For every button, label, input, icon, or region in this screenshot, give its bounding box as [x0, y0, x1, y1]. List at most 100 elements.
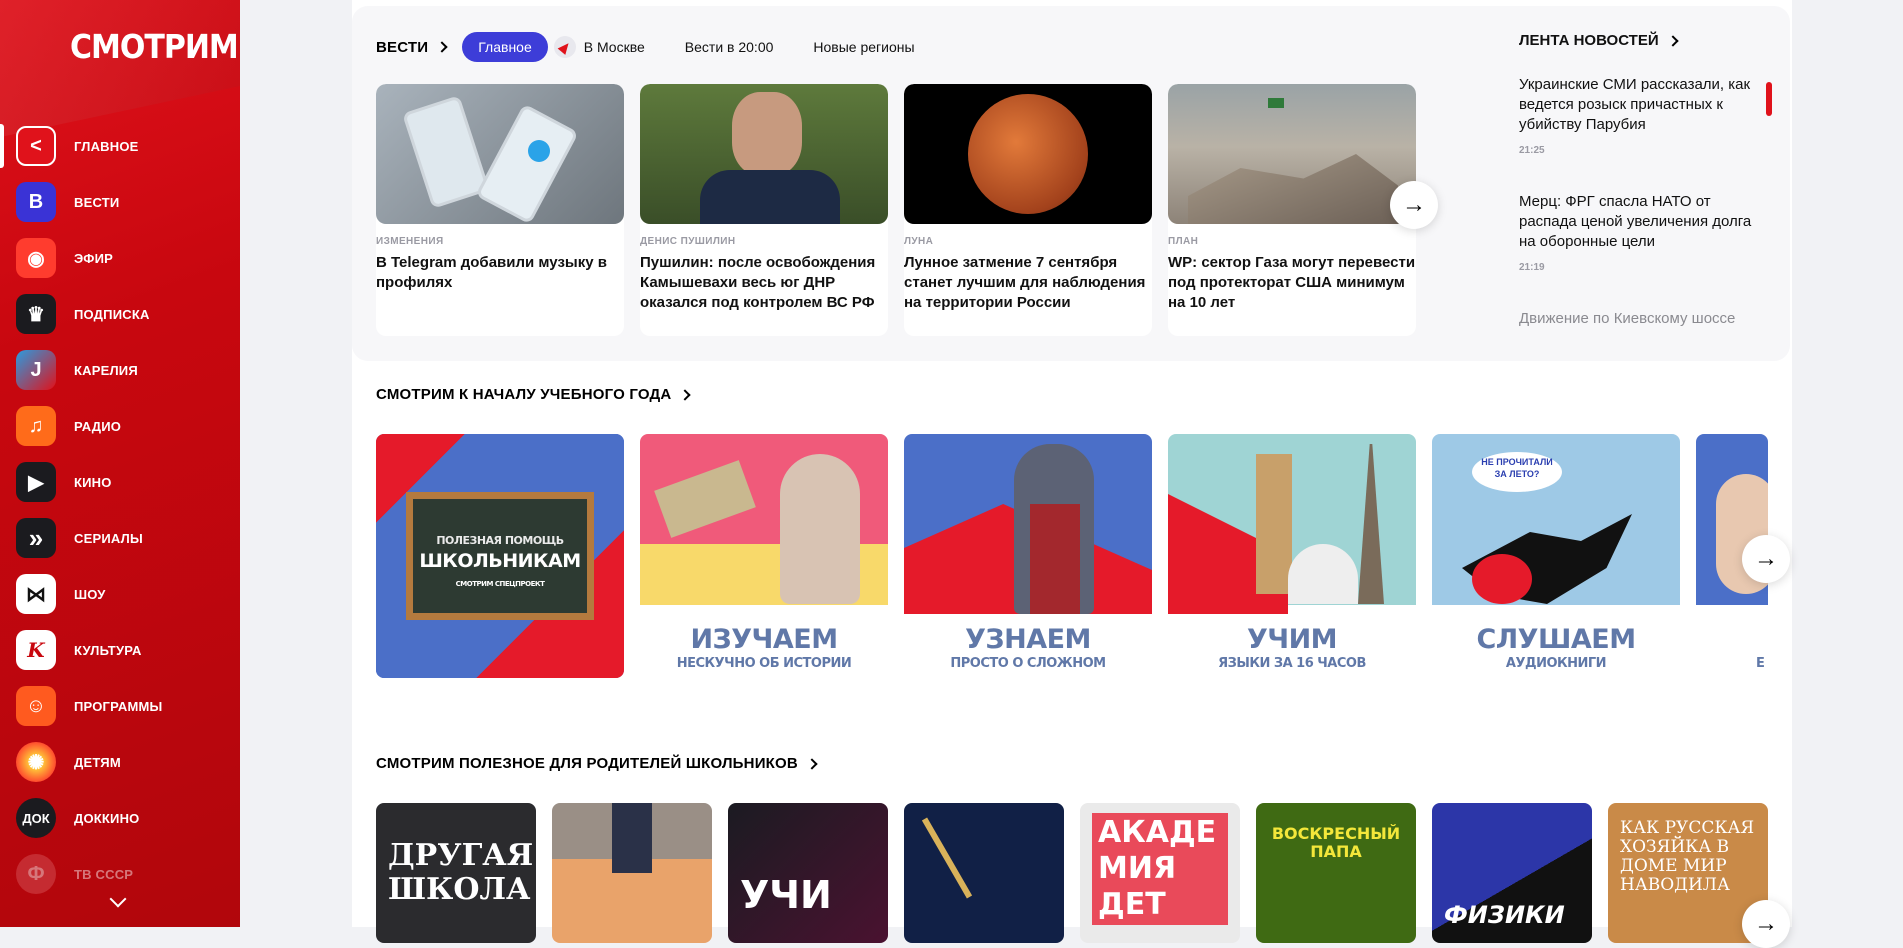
tab-moscow[interactable]: В Москве: [553, 36, 645, 58]
school-cover[interactable]: НЕ ПРОЧИТАЛИ ЗА ЛЕТО? СЛУШАЕМ АУДИОКНИГИ: [1432, 434, 1680, 678]
sidebar-item-radio[interactable]: ♫ РАДИО: [0, 398, 240, 454]
sidebar-item-main[interactable]: < ГЛАВНОЕ: [0, 118, 240, 174]
region-icon: J: [16, 350, 56, 390]
sidebar-item-culture[interactable]: K КУЛЬТУРА: [0, 622, 240, 678]
bowtie-icon: ⋈: [16, 574, 56, 614]
school-section-title[interactable]: СМОТРИМ К НАЧАЛУ УЧЕБНОГО ГОДА: [376, 386, 692, 403]
home-chevron-icon: <: [16, 126, 56, 166]
parents-tile[interactable]: АКАДЕ МИЯ ДЕТ: [1080, 803, 1240, 943]
news-cards: ИЗМЕНЕНИЯ В Telegram добавили музыку в п…: [376, 84, 1416, 336]
sidebar-item-show[interactable]: ⋈ ШОУ: [0, 566, 240, 622]
sidebar-item-label: СЕРИАЛЫ: [74, 530, 143, 546]
kids-icon: ✺: [16, 742, 56, 782]
sidebar-item-efir[interactable]: ◉ ЭФИР: [0, 230, 240, 286]
news-card-title: Лунное затмение 7 сентября станет лучшим…: [904, 254, 1146, 311]
feed-title[interactable]: ЛЕНТА НОВОСТЕЙ: [1519, 32, 1769, 49]
sidebar-item-label: ШОУ: [74, 586, 106, 602]
sidebar-nav: < ГЛАВНОЕ В ВЕСТИ ◉ ЭФИР ♛ ПОДПИСКА J КА…: [0, 118, 240, 902]
sidebar-item-label: ДЕТЯМ: [74, 754, 121, 770]
school-cover[interactable]: УЗНАЕМ ПРОСТО О СЛОЖНОМ: [904, 434, 1152, 678]
parents-next-button[interactable]: →: [1742, 900, 1790, 948]
sidebar-item-label: ПРОГРАММЫ: [74, 698, 163, 714]
sidebar-item-label: ГЛАВНОЕ: [74, 138, 139, 154]
news-header: ВЕСТИ Главное В Москве Вести в 20:00 Нов…: [376, 32, 915, 62]
news-section-title[interactable]: ВЕСТИ: [376, 39, 448, 56]
chevron-right-icon: [806, 757, 818, 770]
tab-new-regions[interactable]: Новые регионы: [813, 39, 914, 55]
news-card-title: WP: сектор Газа могут перевести под прот…: [1168, 254, 1416, 311]
chevron-right-icon: [1666, 34, 1679, 47]
sidebar-item-kids[interactable]: ✺ ДЕТЯМ: [0, 734, 240, 790]
sidebar: СМОТРИМ < ГЛАВНОЕ В ВЕСТИ ◉ ЭФИР ♛ ПОДПИ…: [0, 0, 240, 927]
location-arrow-icon: [553, 36, 576, 58]
feed-item[interactable]: Движение по Киевскому шоссе: [1519, 309, 1769, 329]
feed-scrollbar[interactable]: [1766, 82, 1772, 116]
parents-tile[interactable]: [552, 803, 712, 943]
sidebar-item-label: РАДИО: [74, 418, 122, 434]
school-carousel: ПОЛЕЗНАЯ ПОМОЩЬ ШКОЛЬНИКАМ СМОТРИМ СПЕЦП…: [376, 434, 1768, 678]
sidebar-item-label: КУЛЬТУРА: [74, 642, 142, 658]
school-next-button[interactable]: →: [1742, 535, 1790, 583]
news-card-title: В Telegram добавили музыку в профилях: [376, 254, 607, 291]
sidebar-item-vesti[interactable]: В ВЕСТИ: [0, 174, 240, 230]
school-cover[interactable]: УЧИМ ЯЗЫКИ ЗА 16 ЧАСОВ: [1168, 434, 1416, 678]
dokkino-icon: ДОК: [16, 798, 56, 838]
sidebar-item-label: ТВ СССР: [74, 866, 134, 882]
tab-main[interactable]: Главное: [462, 32, 548, 62]
sidebar-item-dokkino[interactable]: ДОК ДОККИНО: [0, 790, 240, 846]
parents-tile[interactable]: [904, 803, 1064, 943]
main-content: ВЕСТИ Главное В Москве Вести в 20:00 Нов…: [352, 0, 1792, 948]
sidebar-item-label: КАРЕЛИЯ: [74, 362, 138, 378]
news-card[interactable]: ИЗМЕНЕНИЯ В Telegram добавили музыку в п…: [376, 84, 624, 336]
news-card[interactable]: ЛУНА Лунное затмение 7 сентября станет л…: [904, 84, 1152, 336]
news-card-tag: ИЗМЕНЕНИЯ: [376, 236, 444, 247]
sidebar-item-kino[interactable]: ▶ КИНО: [0, 454, 240, 510]
culture-k-icon: K: [16, 630, 56, 670]
parents-carousel: ДРУГАЯ ШКОЛА УЧИ АКАДЕ МИЯ ДЕТ ВОСКРЕСНЫ…: [376, 803, 1768, 943]
news-card-image: [640, 84, 888, 224]
news-card[interactable]: ПЛАН WP: сектор Газа могут перевести под…: [1168, 84, 1416, 336]
sidebar-item-label: ЭФИР: [74, 250, 113, 266]
play-icon: ▶: [16, 462, 56, 502]
feed-time: 21:19: [1519, 262, 1545, 273]
news-card-tag: ПЛАН: [1168, 236, 1199, 247]
sidebar-item-karelia[interactable]: J КАРЕЛИЯ: [0, 342, 240, 398]
news-card-image: [1168, 84, 1416, 224]
news-card-image: [376, 84, 624, 224]
sidebar-item-label: ДОККИНО: [74, 810, 140, 826]
vesti-icon: В: [16, 182, 56, 222]
news-card-image: [904, 84, 1152, 224]
parents-tile[interactable]: УЧИ: [728, 803, 888, 943]
news-card-tag: ДЕНИС ПУШИЛИН: [640, 236, 736, 247]
ussr-icon: Ф: [16, 854, 56, 894]
smile-icon: ☺: [16, 686, 56, 726]
school-cover[interactable]: ИЗУЧАЕМ НЕСКУЧНО ОБ ИСТОРИИ: [640, 434, 888, 678]
chevron-right-icon: [679, 388, 692, 401]
chevron-right-icon: [436, 41, 448, 53]
news-card[interactable]: ДЕНИС ПУШИЛИН Пушилин: после освобождени…: [640, 84, 888, 336]
parents-tile[interactable]: ФИЗИКИ: [1432, 803, 1592, 943]
news-card-tag: ЛУНА: [904, 236, 934, 247]
sidebar-item-label: КИНО: [74, 474, 112, 490]
sidebar-item-subscription[interactable]: ♛ ПОДПИСКА: [0, 286, 240, 342]
feed-item[interactable]: Мерц: ФРГ спасла НАТО от распада ценой у…: [1519, 192, 1769, 273]
parents-section-title[interactable]: СМОТРИМ ПОЛЕЗНОЕ ДЛЯ РОДИТЕЛЕЙ ШКОЛЬНИКО…: [376, 755, 818, 772]
sidebar-item-label: ВЕСТИ: [74, 194, 120, 210]
parents-tile[interactable]: ДРУГАЯ ШКОЛА: [376, 803, 536, 943]
chevrons-icon: »: [16, 518, 56, 558]
sidebar-item-programs[interactable]: ☺ ПРОГРАММЫ: [0, 678, 240, 734]
school-cover[interactable]: ПОЛЕЗНАЯ ПОМОЩЬ ШКОЛЬНИКАМ СМОТРИМ СПЕЦП…: [376, 434, 624, 678]
news-feed: ЛЕНТА НОВОСТЕЙ Украинские СМИ рассказали…: [1519, 32, 1769, 329]
broadcast-icon: ◉: [16, 238, 56, 278]
news-next-button[interactable]: →: [1390, 181, 1438, 229]
crown-icon: ♛: [16, 294, 56, 334]
feed-time: 21:25: [1519, 145, 1545, 156]
sidebar-item-label: ПОДПИСКА: [74, 306, 150, 322]
sidebar-item-serials[interactable]: » СЕРИАЛЫ: [0, 510, 240, 566]
smotrim-logo[interactable]: СМОТРИМ: [70, 28, 239, 67]
tab-vesti-20[interactable]: Вести в 20:00: [685, 39, 774, 55]
music-note-icon: ♫: [16, 406, 56, 446]
feed-item[interactable]: Украинские СМИ рассказали, как ведется р…: [1519, 75, 1769, 156]
parents-tile[interactable]: ВОСКРЕСНЫЙ ПАПА: [1256, 803, 1416, 943]
news-card-title: Пушилин: после освобождения Камышевахи в…: [640, 254, 876, 311]
